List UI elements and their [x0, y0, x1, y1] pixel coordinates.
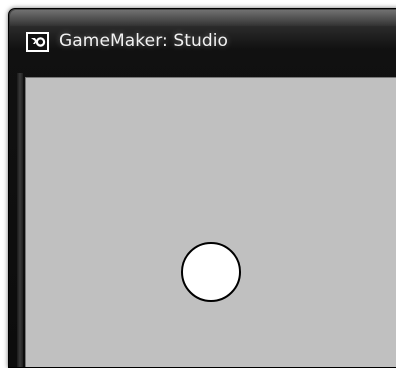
- gamemaker-logo-icon[interactable]: [26, 32, 49, 52]
- ball-sprite: [181, 242, 241, 302]
- game-room-canvas[interactable]: [25, 77, 396, 367]
- window-frame-left: [17, 73, 23, 367]
- game-window: GameMaker: Studio: [8, 8, 396, 368]
- window-title: GameMaker: Studio: [59, 31, 229, 51]
- title-bar[interactable]: GameMaker: Studio: [9, 9, 396, 73]
